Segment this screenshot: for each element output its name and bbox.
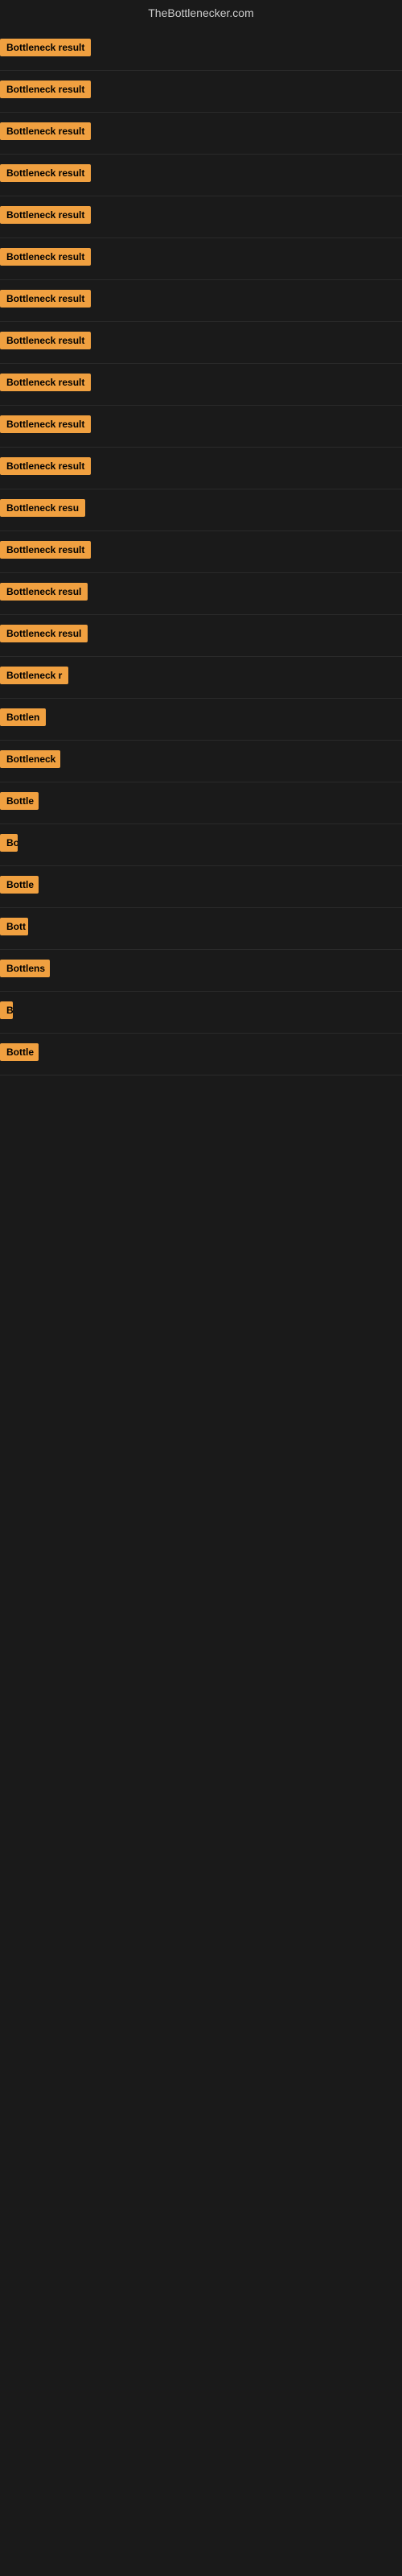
result-row: Bottle: [0, 1034, 402, 1075]
bottleneck-badge[interactable]: Bottleneck r: [0, 667, 68, 684]
site-header: TheBottlenecker.com: [0, 0, 402, 29]
result-row: Bottleneck resul: [0, 615, 402, 657]
bottleneck-badge[interactable]: Bottlen: [0, 708, 46, 726]
result-row: Bottleneck result: [0, 448, 402, 489]
result-row: Bottlen: [0, 699, 402, 741]
result-row: Bott: [0, 908, 402, 950]
result-row: Bottleneck result: [0, 155, 402, 196]
bottleneck-badge[interactable]: Bottleneck result: [0, 541, 91, 559]
bottleneck-badge[interactable]: Bottleneck resul: [0, 625, 88, 642]
result-row: Bo: [0, 824, 402, 866]
bottleneck-badge[interactable]: Bottleneck result: [0, 39, 91, 56]
bottleneck-badge[interactable]: Bottleneck resu: [0, 499, 85, 517]
result-row: Bottlens: [0, 950, 402, 992]
bottleneck-badge[interactable]: Bott: [0, 918, 28, 935]
result-row: Bottle: [0, 866, 402, 908]
result-row: Bottleneck resu: [0, 489, 402, 531]
bottleneck-badge[interactable]: Bottleneck resul: [0, 583, 88, 601]
result-row: Bottleneck result: [0, 238, 402, 280]
bottleneck-badge[interactable]: Bottleneck result: [0, 248, 91, 266]
result-row: Bottleneck result: [0, 71, 402, 113]
bottleneck-badge[interactable]: Bottleneck: [0, 750, 60, 768]
bottleneck-badge[interactable]: Bottleneck result: [0, 374, 91, 391]
result-row: Bottleneck result: [0, 280, 402, 322]
result-row: Bottleneck: [0, 741, 402, 782]
bottleneck-badge[interactable]: Bottleneck result: [0, 164, 91, 182]
badges-container: Bottleneck result Bottleneck result Bottle…: [0, 29, 402, 1075]
result-row: Bottle: [0, 782, 402, 824]
result-row: Bottleneck result: [0, 113, 402, 155]
bottleneck-badge[interactable]: Bottle: [0, 1043, 39, 1061]
bottleneck-badge[interactable]: Bottleneck result: [0, 457, 91, 475]
result-row: Bottleneck result: [0, 322, 402, 364]
result-row: Bottleneck r: [0, 657, 402, 699]
bottleneck-badge[interactable]: Bottleneck result: [0, 290, 91, 308]
bottleneck-badge[interactable]: B: [0, 1001, 13, 1019]
site-title: TheBottlenecker.com: [148, 6, 254, 19]
bottleneck-badge[interactable]: Bottleneck result: [0, 80, 91, 98]
result-row: Bottleneck result: [0, 531, 402, 573]
result-row: Bottleneck result: [0, 29, 402, 71]
result-row: Bottleneck result: [0, 406, 402, 448]
bottleneck-badge[interactable]: Bottleneck result: [0, 332, 91, 349]
page-container: TheBottlenecker.com Bottleneck resultBot…: [0, 0, 402, 1075]
result-row: B: [0, 992, 402, 1034]
bottleneck-badge[interactable]: Bottleneck result: [0, 122, 91, 140]
bottleneck-badge[interactable]: Bottleneck result: [0, 206, 91, 224]
bottleneck-badge[interactable]: Bo: [0, 834, 18, 852]
result-row: Bottleneck result: [0, 364, 402, 406]
bottleneck-badge[interactable]: Bottle: [0, 876, 39, 894]
result-row: Bottleneck resul: [0, 573, 402, 615]
result-row: Bottleneck result: [0, 196, 402, 238]
bottleneck-badge[interactable]: Bottleneck result: [0, 415, 91, 433]
bottleneck-badge[interactable]: Bottle: [0, 792, 39, 810]
bottleneck-badge[interactable]: Bottlens: [0, 960, 50, 977]
